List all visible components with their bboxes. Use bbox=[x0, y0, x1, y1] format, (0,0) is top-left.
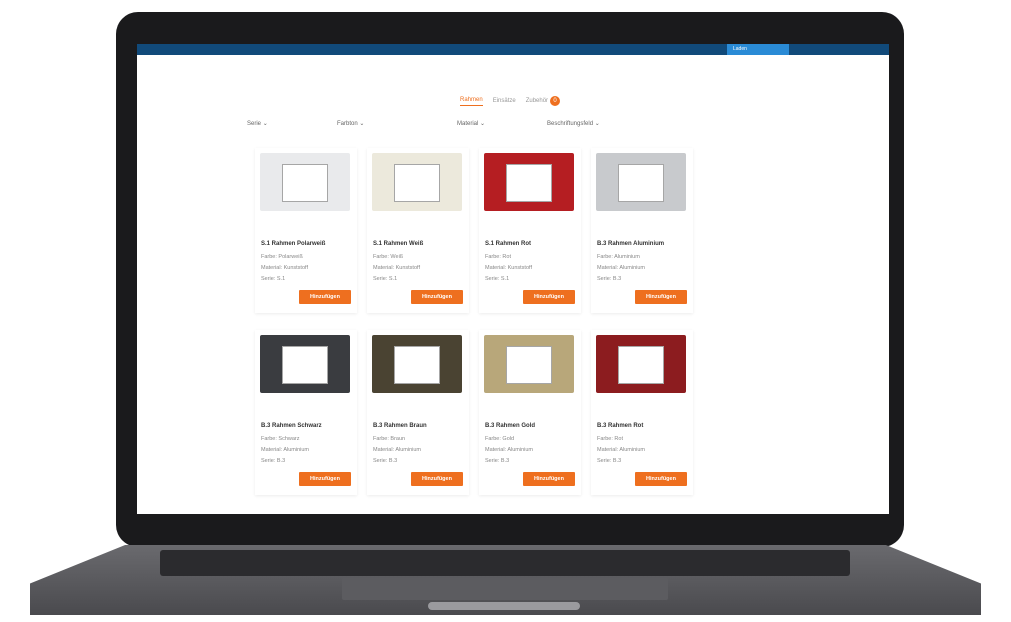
frame-opening bbox=[394, 164, 440, 202]
category-tabs: Rahmen Einsätze Zubehör 0 bbox=[460, 94, 561, 108]
screen: Laden Rahmen Einsätze Zubehör 0 Serie ⌄ F… bbox=[137, 44, 889, 514]
filter-farbton-label: Farbton bbox=[337, 121, 358, 127]
product-material: Material: Aluminium bbox=[373, 447, 421, 453]
add-button[interactable]: Hinzufügen bbox=[411, 290, 463, 304]
trackpad bbox=[342, 578, 668, 600]
chevron-down-icon: ⌄ bbox=[594, 121, 600, 127]
product-name: B.3 Rahmen Rot bbox=[597, 423, 644, 429]
product-series: Serie: B.3 bbox=[261, 458, 286, 464]
product-name: S.1 Rahmen Rot bbox=[485, 241, 532, 247]
product-series: Serie: S.1 bbox=[373, 276, 398, 282]
product-image bbox=[372, 153, 462, 211]
product-card[interactable]: B.3 Rahmen Aluminium Farbe: Aluminium Mate… bbox=[591, 148, 693, 313]
add-button[interactable]: Hinzufügen bbox=[411, 472, 463, 486]
product-color: Farbe: Rot bbox=[485, 254, 511, 260]
product-material: Material: Aluminium bbox=[485, 447, 533, 453]
product-card[interactable]: B.3 Rahmen Rot Farbe: Rot Material: Alumin… bbox=[591, 330, 693, 495]
frame-opening bbox=[506, 164, 552, 202]
product-image bbox=[596, 335, 686, 393]
base-notch bbox=[428, 602, 580, 610]
add-button[interactable]: Hinzufügen bbox=[523, 472, 575, 486]
product-material: Material: Kunststoff bbox=[261, 265, 308, 271]
product-name: B.3 Rahmen Aluminium bbox=[597, 241, 665, 247]
filter-farbton[interactable]: Farbton ⌄ bbox=[337, 120, 364, 127]
add-button[interactable]: Hinzufügen bbox=[523, 290, 575, 304]
product-series: Serie: B.3 bbox=[597, 276, 622, 282]
product-material: Material: Kunststoff bbox=[485, 265, 532, 271]
product-color: Farbe: Aluminium bbox=[597, 254, 640, 260]
product-card[interactable]: B.3 Rahmen Gold Farbe: Gold Material: Alum… bbox=[479, 330, 581, 495]
product-color: Farbe: Rot bbox=[597, 436, 623, 442]
filter-beschriftungsfeld-label: Beschriftungsfeld bbox=[547, 121, 594, 127]
product-image bbox=[596, 153, 686, 211]
frame-opening bbox=[618, 346, 664, 384]
product-name: B.3 Rahmen Gold bbox=[485, 423, 536, 429]
chevron-down-icon: ⌄ bbox=[262, 121, 268, 127]
filter-material[interactable]: Material ⌄ bbox=[457, 120, 485, 127]
tab-einsaetze[interactable]: Einsätze bbox=[493, 98, 516, 104]
product-name: B.3 Rahmen Schwarz bbox=[261, 423, 322, 429]
frame-opening bbox=[282, 164, 328, 202]
tab-rahmen[interactable]: Rahmen bbox=[460, 97, 483, 106]
load-button[interactable]: Laden bbox=[727, 44, 789, 55]
filter-serie-label: Serie bbox=[247, 121, 262, 127]
frame-opening bbox=[506, 346, 552, 384]
product-series: Serie: S.1 bbox=[485, 276, 510, 282]
frame-opening bbox=[394, 346, 440, 384]
product-material: Material: Aluminium bbox=[597, 447, 645, 453]
filter-serie[interactable]: Serie ⌄ bbox=[247, 120, 268, 127]
product-material: Material: Kunststoff bbox=[373, 265, 420, 271]
tab-zubehoer[interactable]: Zubehör 0 bbox=[525, 96, 561, 106]
product-image bbox=[484, 153, 574, 211]
product-series: Serie: B.3 bbox=[597, 458, 622, 464]
top-bar: Laden bbox=[137, 44, 889, 55]
product-series: Serie: S.1 bbox=[261, 276, 286, 282]
frame-opening bbox=[282, 346, 328, 384]
product-card[interactable]: S.1 Rahmen Rot Farbe: Rot Material: Kunsts… bbox=[479, 148, 581, 313]
product-image bbox=[260, 153, 350, 211]
filter-bar: Serie ⌄ Farbton ⌄ Material ⌄ Beschriftun… bbox=[247, 120, 627, 132]
load-button-label: Laden bbox=[733, 46, 747, 52]
product-card[interactable]: B.3 Rahmen Schwarz Farbe: Schwarz Material… bbox=[255, 330, 357, 495]
product-color: Farbe: Gold bbox=[485, 436, 515, 442]
product-series: Serie: B.3 bbox=[373, 458, 398, 464]
product-image bbox=[484, 335, 574, 393]
add-button[interactable]: Hinzufügen bbox=[299, 290, 351, 304]
product-image bbox=[260, 335, 350, 393]
filter-material-label: Material bbox=[457, 121, 479, 127]
add-button[interactable]: Hinzufügen bbox=[299, 472, 351, 486]
chevron-down-icon: ⌄ bbox=[359, 121, 365, 127]
product-card[interactable]: S.1 Rahmen Weiß Farbe: Weiß Material: Kuns… bbox=[367, 148, 469, 313]
product-image bbox=[372, 335, 462, 393]
product-name: S.1 Rahmen Polarweiß bbox=[261, 241, 326, 247]
keyboard bbox=[160, 550, 850, 576]
product-name: B.3 Rahmen Braun bbox=[373, 423, 427, 429]
product-color: Farbe: Weiß bbox=[373, 254, 404, 260]
product-color: Farbe: Polarweiß bbox=[261, 254, 303, 260]
filter-beschriftungsfeld[interactable]: Beschriftungsfeld ⌄ bbox=[547, 120, 600, 127]
product-material: Material: Aluminium bbox=[597, 265, 645, 271]
product-name: S.1 Rahmen Weiß bbox=[373, 241, 424, 247]
chevron-down-icon: ⌄ bbox=[480, 121, 486, 127]
product-series: Serie: B.3 bbox=[485, 458, 510, 464]
product-card[interactable]: B.3 Rahmen Braun Farbe: Braun Material: Al… bbox=[367, 330, 469, 495]
tab-zubehoer-label: Zubehör bbox=[525, 98, 549, 104]
tab-badge: 0 bbox=[550, 96, 561, 106]
frame-opening bbox=[618, 164, 664, 202]
product-card[interactable]: S.1 Rahmen Polarweiß Farbe: Polarweiß Mate… bbox=[255, 148, 357, 313]
product-color: Farbe: Schwarz bbox=[261, 436, 300, 442]
product-color: Farbe: Braun bbox=[373, 436, 406, 442]
product-material: Material: Aluminium bbox=[261, 447, 309, 453]
add-button[interactable]: Hinzufügen bbox=[635, 472, 687, 486]
add-button[interactable]: Hinzufügen bbox=[635, 290, 687, 304]
